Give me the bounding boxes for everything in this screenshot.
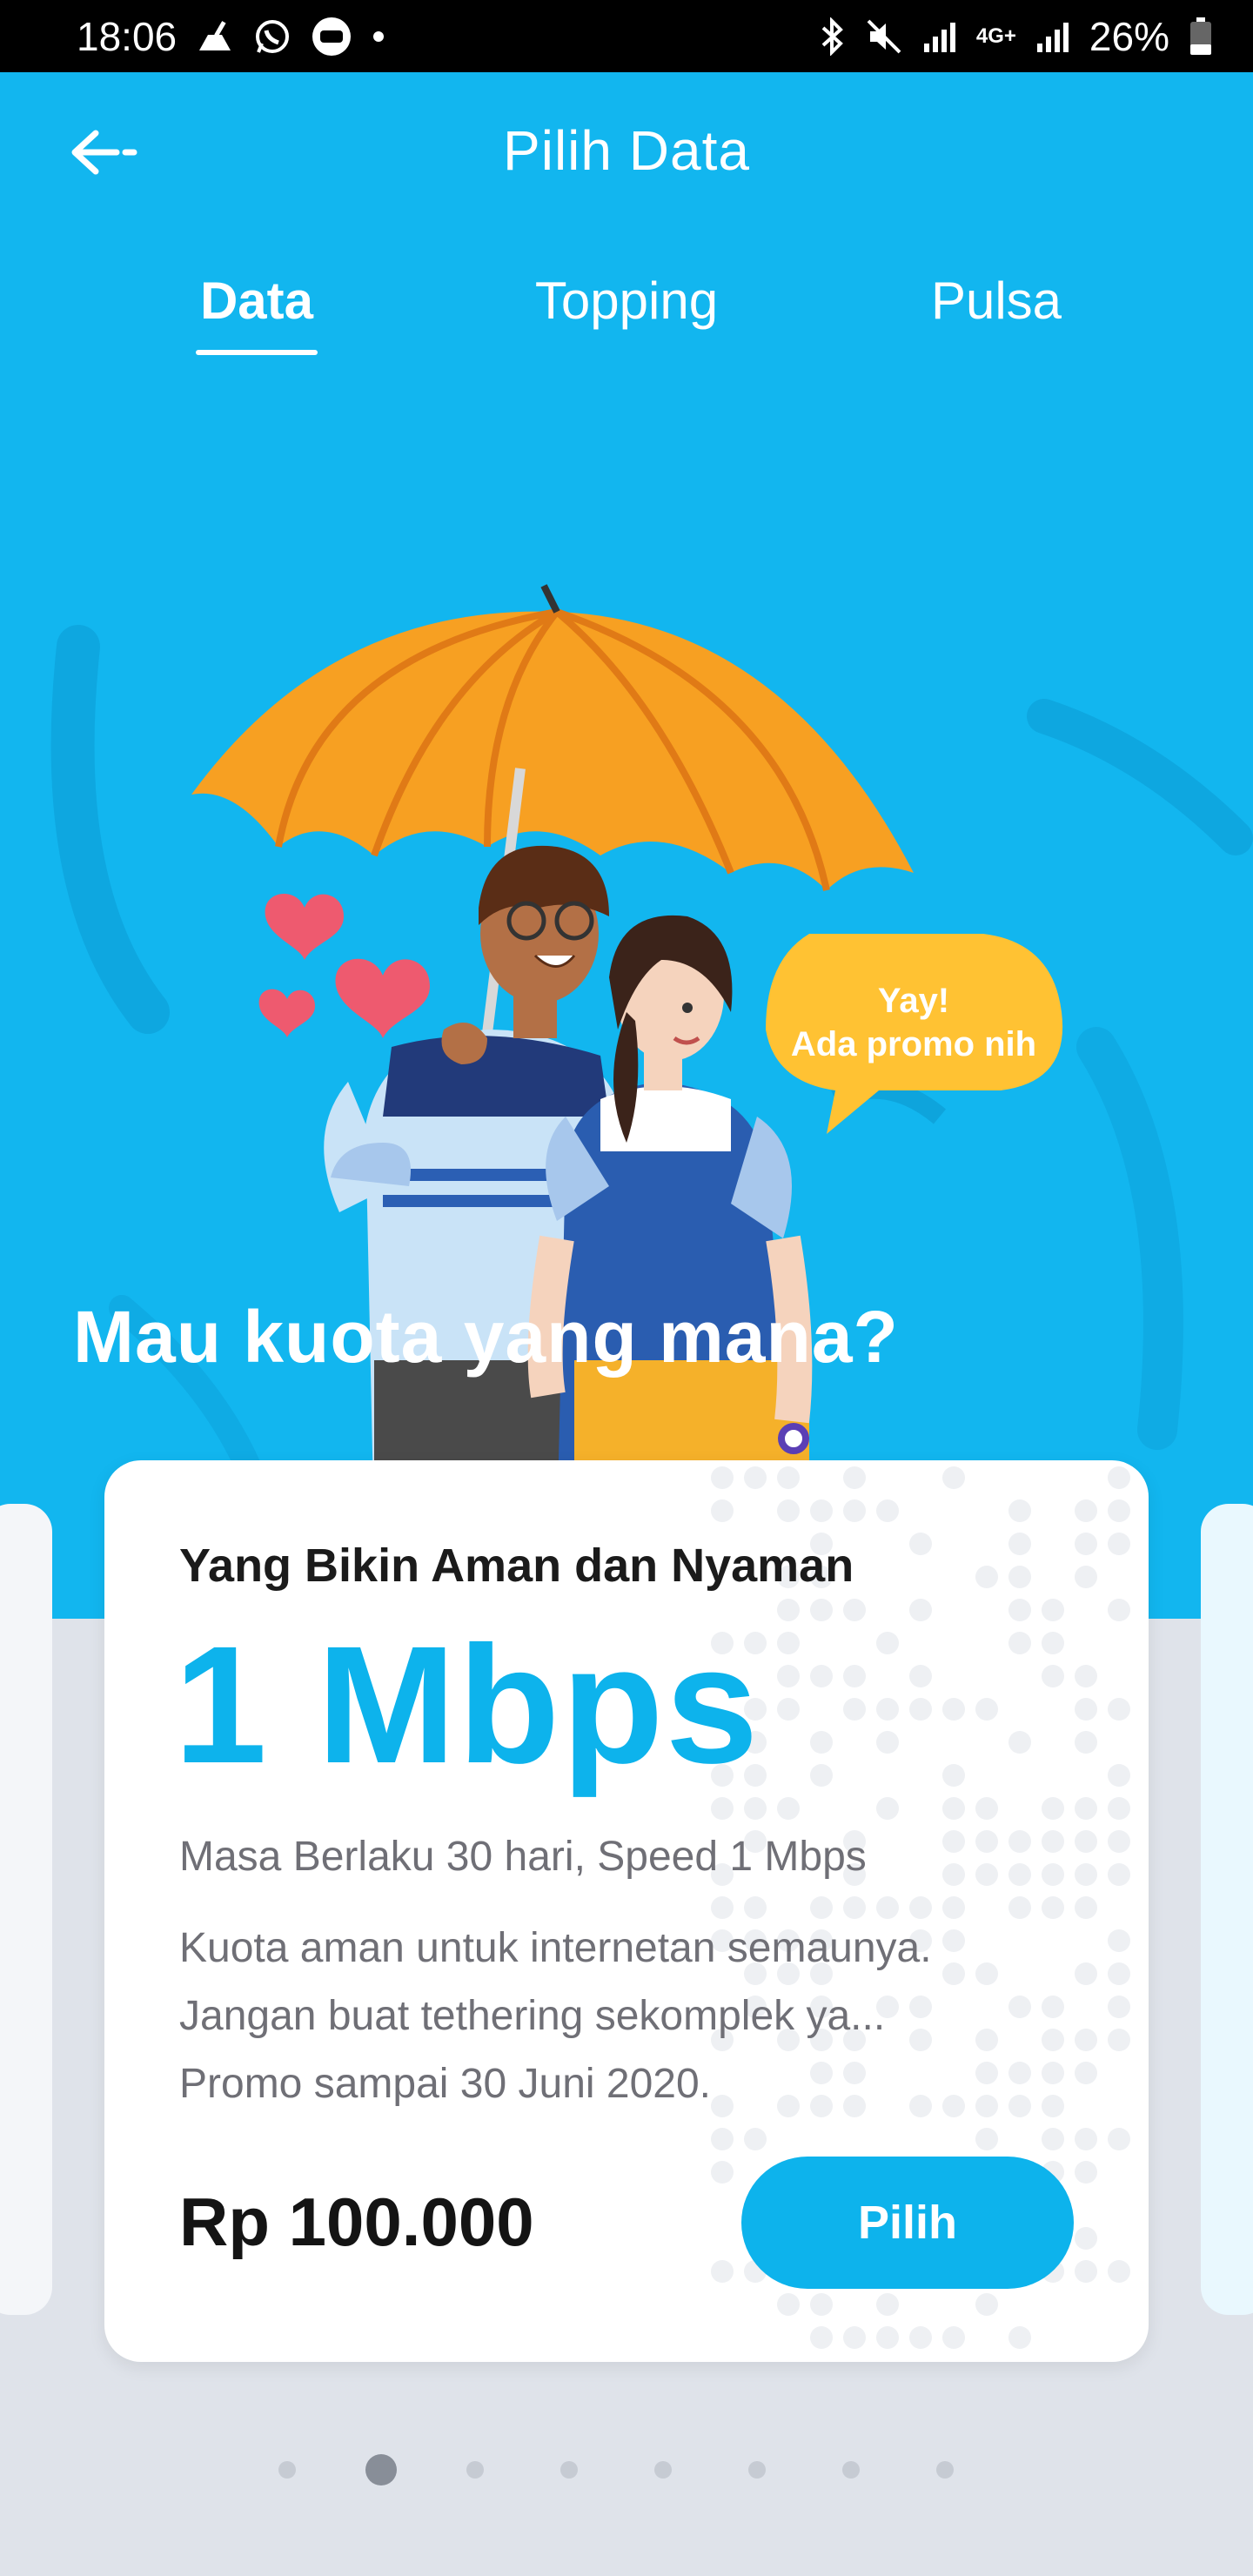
tab-bar: Data Topping Pulsa [0, 271, 1253, 384]
package-description-line: Kuota aman untuk internetan semaunya. [179, 1925, 932, 1971]
package-price: Rp 100.000 [179, 2184, 534, 2260]
tab-topping-label: Topping [534, 272, 719, 330]
pager-dot[interactable] [278, 2461, 296, 2479]
pager-dot[interactable] [842, 2461, 860, 2479]
select-package-button[interactable]: Pilih [741, 2157, 1074, 2289]
battery-icon [1189, 17, 1213, 57]
network-type-label: 4G+ [975, 23, 1016, 48]
whatsapp-icon [253, 17, 291, 56]
pager-dot[interactable] [654, 2461, 672, 2479]
hero-section: Pilih Data Data Topping Pulsa Yay! Ada p… [0, 72, 1253, 1619]
package-description-line: Jangan buat tethering sekomplek ya... [179, 1993, 886, 2039]
app-bar: Pilih Data [0, 72, 1253, 229]
package-speed: 1 Mbps [174, 1611, 761, 1798]
mute-icon [865, 17, 903, 56]
tab-topping[interactable]: Topping [513, 271, 740, 384]
cleaner-icon [196, 19, 234, 54]
couple-umbrella-illustration: Yay! Ada promo nih [50, 584, 1253, 1534]
package-validity: Masa Berlaku 30 hari, Speed 1 Mbps [179, 1834, 867, 1880]
carousel-pager [0, 2452, 1253, 2487]
screen: 18:06 4G+ 26% Pilih Data Data Topping Pu… [0, 0, 1253, 2576]
hero-headline: Mau kuota yang mana? [73, 1296, 899, 1378]
pager-dot[interactable] [466, 2461, 484, 2479]
tab-pulsa-label: Pulsa [930, 272, 1062, 330]
pager-dot[interactable] [748, 2461, 766, 2479]
status-bar-right: 4G+ 26% [820, 13, 1213, 60]
tab-data-label: Data [199, 272, 314, 330]
previous-package-card-peek[interactable] [0, 1504, 52, 2315]
package-description: Kuota aman untuk internetan semaunya. Ja… [179, 1915, 1067, 2118]
package-card: Yang Bikin Aman dan Nyaman 1 Mbps Masa B… [104, 1460, 1149, 2362]
tab-pulsa[interactable]: Pulsa [914, 271, 1079, 384]
pager-dot[interactable] [936, 2461, 954, 2479]
signal-icon [922, 19, 957, 54]
status-bar: 18:06 4G+ 26% [0, 0, 1253, 72]
tab-data[interactable]: Data [191, 271, 322, 384]
bubble-text-line2: Ada promo nih [791, 1025, 1036, 1063]
signal-icon-2 [1035, 19, 1070, 54]
back-arrow-icon [71, 130, 137, 175]
package-description-line: Promo sampai 30 Juni 2020. [179, 2061, 712, 2107]
battery-percent: 26% [1089, 13, 1169, 59]
pager-dot[interactable] [365, 2454, 397, 2485]
package-title: Yang Bikin Aman dan Nyaman [179, 1540, 854, 1592]
next-package-card-peek[interactable] [1201, 1504, 1253, 2315]
status-bar-left: 18:06 [77, 13, 385, 60]
back-button[interactable] [61, 117, 148, 187]
page-title: Pilih Data [503, 119, 750, 182]
pager-dot[interactable] [560, 2461, 578, 2479]
tab-active-indicator [196, 350, 318, 355]
bubble-text-line1: Yay! [878, 982, 949, 1020]
bluetooth-icon [820, 17, 846, 56]
more-notifications-dot-icon [372, 30, 385, 44]
app-notification-icon [311, 16, 352, 57]
status-time: 18:06 [77, 13, 178, 59]
